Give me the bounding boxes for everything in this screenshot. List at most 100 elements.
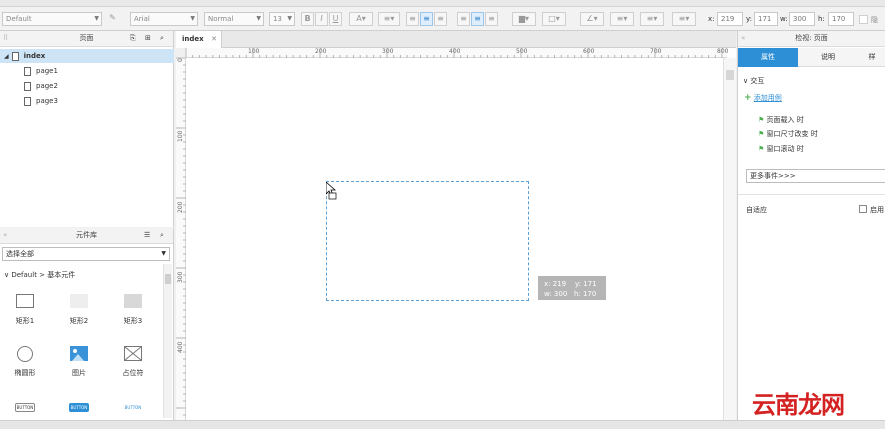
ruler-label: 800 (717, 48, 729, 55)
add-case-link[interactable]: + 添加用例 (744, 93, 782, 103)
interaction-section-header[interactable]: ∨ 交互 (743, 76, 764, 86)
page-file-icon (24, 96, 31, 106)
page-item-index[interactable]: ◢ index (0, 49, 174, 63)
bold-button[interactable]: B (301, 12, 314, 26)
ruler-label: 400 (449, 48, 461, 55)
size-tooltip: x: 219 y: 171 w: 300 h: 170 (538, 276, 606, 300)
add-page-icon[interactable]: ⎘ (130, 31, 136, 46)
size-select[interactable]: 13 ▼ (269, 12, 295, 26)
inspector-panel: « 检视: 页面 属性 说明 样 ∨ 交互 + 添加用例 ⚑ 页面载入 时 ⚑ … (737, 31, 885, 420)
event-item[interactable]: ⚑ 页面载入 时 (758, 115, 804, 125)
chevron-down-icon: ▼ (161, 250, 166, 257)
font-select[interactable]: Arial ▼ (130, 12, 198, 26)
event-flag-icon: ⚑ (758, 116, 765, 124)
horizontal-ruler: 100 200 300 400 500 600 700 800 (186, 48, 729, 58)
widget-rect3[interactable]: 矩形3 (112, 294, 154, 326)
document-tabbar: index ✕ (176, 31, 736, 48)
weight-select-value: Normal (208, 15, 234, 23)
fill-color-button[interactable]: ▆▾ (512, 12, 536, 26)
weight-select[interactable]: Normal ▼ (204, 12, 264, 26)
title-strip (0, 0, 885, 7)
enable-checkbox[interactable] (859, 205, 867, 213)
widget-placeholder[interactable]: 占位符 (112, 346, 154, 378)
scrollbar-thumb[interactable] (165, 274, 171, 284)
hide-checkbox[interactable] (859, 15, 868, 24)
drawn-rectangle[interactable] (326, 181, 529, 301)
align-left-button[interactable]: ≡ (406, 12, 419, 26)
chevron-down-icon: ▼ (94, 15, 99, 22)
style-select[interactable]: Default ▼ (2, 12, 102, 26)
font-color-button[interactable]: A▾ (349, 12, 373, 26)
page-item-page2[interactable]: page2 (0, 79, 174, 93)
page-item-page1[interactable]: page1 (0, 64, 174, 78)
widget-image[interactable]: 图片 (58, 346, 100, 378)
widget-link-button[interactable]: BUTTON (123, 403, 143, 412)
line-style-button[interactable]: ≡▾ (640, 12, 664, 26)
canvas-scrollbar[interactable] (723, 58, 736, 420)
collapse-icon[interactable]: « (741, 31, 745, 46)
arrow-style-button[interactable]: ≡▾ (672, 12, 696, 26)
event-item[interactable]: ⚑ 窗口滚动 时 (758, 144, 804, 154)
ruler-label: 600 (583, 48, 595, 55)
page-item-label: page1 (36, 67, 58, 75)
ruler-label: 300 (382, 48, 394, 55)
inspector-title: 检视: 页面 (795, 34, 828, 42)
widget-rect1[interactable]: 矩形1 (4, 294, 46, 326)
format-painter-icon[interactable]: ✎ (106, 12, 119, 26)
widget-ellipse[interactable]: 椭圆形 (4, 346, 46, 378)
page-item-page3[interactable]: page3 (0, 94, 174, 108)
library-scrollbar[interactable] (163, 264, 172, 418)
y-field[interactable]: 171 (754, 12, 778, 26)
expand-arrow-icon[interactable]: ◢ (4, 53, 9, 60)
divider (738, 194, 885, 195)
close-icon[interactable]: ✕ (211, 31, 217, 47)
widget-button[interactable]: BUTTON (15, 403, 35, 412)
library-group-label: Default > 基本元件 (11, 271, 76, 279)
align-right-button[interactable]: ≡ (434, 12, 447, 26)
ruler-label: 700 (650, 48, 662, 55)
widget-label: 占位符 (122, 369, 144, 377)
w-field[interactable]: 300 (789, 12, 815, 26)
valign-top-button[interactable]: ≡ (457, 12, 470, 26)
library-group-header[interactable]: ∨ Default > 基本元件 (4, 270, 75, 280)
tooltip-position: x: 219 y: 171 (544, 280, 597, 288)
rectangle-icon (16, 294, 34, 308)
tab-properties[interactable]: 属性 (738, 48, 798, 67)
search-icon[interactable]: ⌕ (160, 228, 164, 243)
tab-style[interactable]: 样 (858, 48, 885, 67)
h-field[interactable]: 170 (828, 12, 854, 26)
widget-primary-button[interactable]: BUTTON (69, 403, 89, 412)
collapse-icon[interactable]: « (3, 228, 7, 243)
panel-grip-icon: ⠿ (3, 34, 9, 42)
line-width-button[interactable]: ≡▾ (610, 12, 634, 26)
library-select[interactable]: 选择全部 ▼ (2, 247, 170, 261)
enable-label: 启用 (870, 206, 884, 214)
more-events-select[interactable]: 更多事件>>> (746, 169, 885, 183)
event-label: 窗口尺寸改变 时 (766, 130, 818, 138)
align-center-button[interactable]: ≡ (420, 12, 433, 26)
bullet-list-button[interactable]: ≡▾ (378, 12, 400, 26)
italic-button[interactable]: I (315, 12, 328, 26)
shadow-button[interactable]: □▾ (542, 12, 566, 26)
scrollbar-thumb[interactable] (726, 70, 734, 80)
ellipse-icon (17, 346, 33, 362)
pages-panel-header: ⠿ 页面 ⎘ ⊞ ⌕ (0, 31, 173, 47)
search-icon[interactable]: ⌕ (160, 31, 164, 46)
tooltip-size: w: 300 h: 170 (544, 290, 597, 298)
more-events-label: 更多事件>>> (750, 172, 796, 180)
tab-notes[interactable]: 说明 (798, 48, 858, 67)
underline-button[interactable]: U (329, 12, 342, 26)
valign-middle-button[interactable]: ≡ (471, 12, 484, 26)
x-field[interactable]: 219 (717, 12, 743, 26)
menu-icon[interactable]: ☰ (144, 228, 150, 243)
add-folder-icon[interactable]: ⊞ (145, 31, 151, 46)
line-color-button[interactable]: ∠▾ (580, 12, 604, 26)
image-icon (70, 346, 88, 361)
ruler-label: 100 (177, 130, 184, 142)
valign-bottom-button[interactable]: ≡ (485, 12, 498, 26)
style-select-value: Default (6, 15, 32, 23)
event-item[interactable]: ⚑ 窗口尺寸改变 时 (758, 129, 818, 139)
ruler-label: 100 (248, 48, 260, 55)
page-item-label: page3 (36, 97, 58, 105)
widget-rect2[interactable]: 矩形2 (58, 294, 100, 326)
